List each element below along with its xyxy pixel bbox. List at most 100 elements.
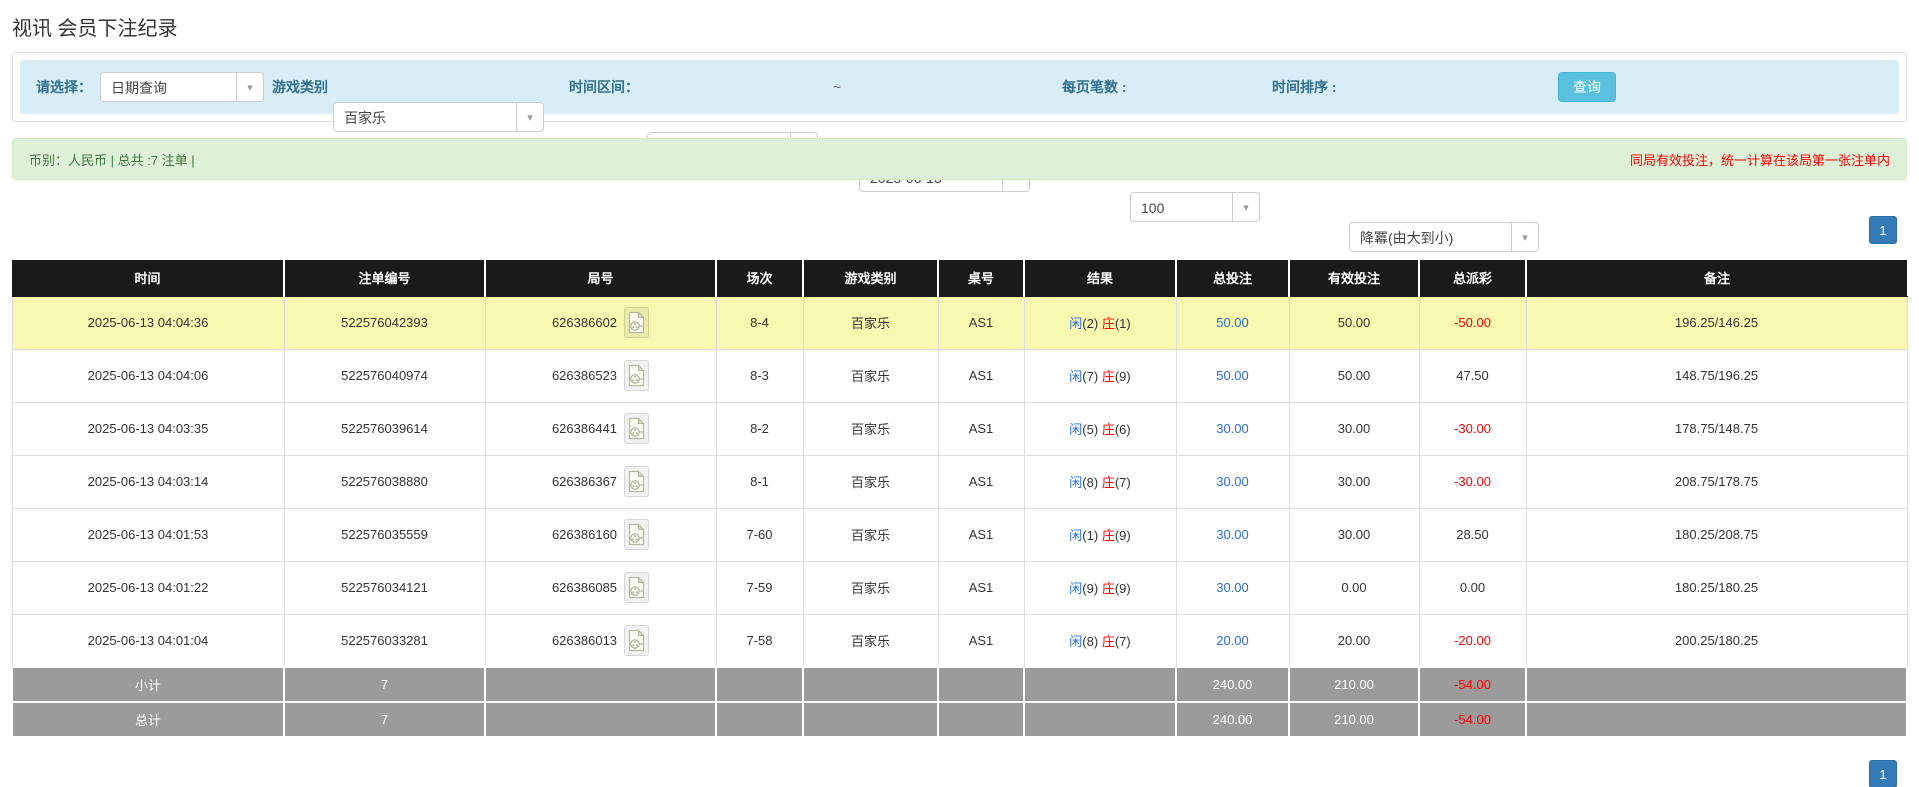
cell-result: 闲(8) 庄(7) (1024, 614, 1176, 667)
currency-total-text: 币别：人民币 | 总共 :7 注单 | (29, 150, 195, 169)
col-header-2: 局号 (485, 260, 716, 296)
table-row: 2025-06-13 04:04:06522576040974626386523… (12, 349, 1907, 402)
cell-remark: 200.25/180.25 (1526, 614, 1907, 667)
page-size-label: 每页笔数 : (1062, 72, 1127, 102)
round-number: 626386523 (552, 368, 617, 383)
cell-valid-bet: 30.00 (1289, 508, 1419, 561)
pagination-page-1-top[interactable]: 1 (1869, 216, 1897, 244)
video-replay-button[interactable] (624, 625, 649, 656)
subtotal-row-cell-3 (716, 667, 803, 702)
cell-valid-bet: 30.00 (1289, 402, 1419, 455)
total-row-cell-8: 210.00 (1289, 702, 1419, 737)
cell-game-type: 百家乐 (803, 349, 938, 402)
cell-time: 2025-06-13 04:01:53 (12, 508, 284, 561)
time-sort-value: 降冪(由大到小) (1360, 230, 1453, 246)
result-player-score: (2) (1082, 316, 1098, 331)
cell-total-bet: 30.00 (1176, 402, 1289, 455)
cell-session: 7-59 (716, 561, 803, 614)
cell-round: 626386160 (485, 508, 716, 561)
cell-time: 2025-06-13 04:04:06 (12, 349, 284, 402)
col-header-5: 桌号 (938, 260, 1024, 296)
cell-result: 闲(5) 庄(6) (1024, 402, 1176, 455)
cell-time: 2025-06-13 04:03:35 (12, 402, 284, 455)
search-button[interactable]: 查询 (1558, 72, 1616, 102)
table-body: 2025-06-13 04:04:36522576042393626386602… (12, 296, 1907, 667)
video-file-icon (628, 311, 645, 334)
video-replay-button[interactable] (624, 466, 649, 497)
time-sort-select[interactable]: 降冪(由大到小) ▾ (1349, 222, 1539, 252)
video-replay-button[interactable] (624, 360, 649, 391)
round-number: 626386085 (552, 580, 617, 595)
video-replay-button[interactable] (624, 519, 649, 550)
total-row-cell-7: 240.00 (1176, 702, 1289, 737)
cell-round: 626386523 (485, 349, 716, 402)
summary-bar: 币别：人民币 | 总共 :7 注单 | 同局有效投注，统一计算在该局第一张注单内 (12, 138, 1907, 180)
cell-session: 8-4 (716, 296, 803, 349)
result-player-label: 闲 (1069, 422, 1082, 437)
subtotal-row-cell-5 (938, 667, 1024, 702)
video-replay-button[interactable] (624, 307, 649, 338)
subtotal-row-cell-8: 210.00 (1289, 667, 1419, 702)
col-header-1: 注单编号 (284, 260, 485, 296)
result-player-label: 闲 (1069, 634, 1082, 649)
cell-remark: 196.25/146.25 (1526, 296, 1907, 349)
cell-total-bet: 30.00 (1176, 455, 1289, 508)
total-row-cell-2 (485, 702, 716, 737)
total-bet-link[interactable]: 50.00 (1216, 315, 1249, 330)
total-bet-link[interactable]: 20.00 (1216, 633, 1249, 648)
result-banker-score: (7) (1115, 634, 1131, 649)
cell-round: 626386602 (485, 296, 716, 349)
chevron-down-icon[interactable]: ▾ (516, 103, 543, 131)
page-size-select[interactable]: 100 ▾ (1130, 192, 1260, 222)
result-player-score: (9) (1082, 581, 1098, 596)
cell-remark: 180.25/180.25 (1526, 561, 1907, 614)
game-type-value: 百家乐 (344, 110, 386, 126)
total-bet-link[interactable]: 30.00 (1216, 421, 1249, 436)
total-row-cell-10 (1526, 702, 1907, 737)
result-banker-score: (9) (1115, 369, 1131, 384)
header-row: 时间注单编号局号场次游戏类别桌号结果总投注有效投注总派彩备注 (12, 260, 1907, 296)
chevron-down-icon[interactable]: ▾ (236, 73, 263, 101)
total-row-cell-5 (938, 702, 1024, 737)
table-row: 2025-06-13 04:01:04522576033281626386013… (12, 614, 1907, 667)
total-row: 总计7240.00210.00-54.00 (12, 702, 1907, 737)
col-header-6: 结果 (1024, 260, 1176, 296)
table-foot: 小计7240.00210.00-54.00总计7240.00210.00-54.… (12, 667, 1907, 737)
total-bet-link[interactable]: 30.00 (1216, 474, 1249, 489)
video-file-icon (628, 629, 645, 652)
col-header-10: 备注 (1526, 260, 1907, 296)
result-banker-score: (7) (1115, 475, 1131, 490)
total-bet-link[interactable]: 30.00 (1216, 580, 1249, 595)
table-row: 2025-06-13 04:04:36522576042393626386602… (12, 296, 1907, 349)
subtotal-row-cell-4 (803, 667, 938, 702)
cell-result: 闲(8) 庄(7) (1024, 455, 1176, 508)
video-replay-button[interactable] (624, 572, 649, 603)
select-type-label: 请选择： (36, 72, 92, 102)
subtotal-row-cell-6 (1024, 667, 1176, 702)
total-bet-link[interactable]: 50.00 (1216, 368, 1249, 383)
records-table-wrap: 时间注单编号局号场次游戏类别桌号结果总投注有效投注总派彩备注 2025-06-1… (11, 260, 1908, 738)
cell-payout: 47.50 (1419, 349, 1526, 402)
cell-round: 626386367 (485, 455, 716, 508)
game-type-select[interactable]: 百家乐 ▾ (333, 102, 544, 132)
cell-total-bet: 30.00 (1176, 508, 1289, 561)
betting-records-page: 视讯 会员下注纪录 请选择： 日期查询 ▾ 游戏类别 百家乐 ▾ 时间区间： 2… (0, 0, 1919, 787)
cell-payout: 0.00 (1419, 561, 1526, 614)
pagination-page-1-bottom[interactable]: 1 (1869, 760, 1897, 787)
total-bet-link[interactable]: 30.00 (1216, 527, 1249, 542)
table-row: 2025-06-13 04:01:22522576034121626386085… (12, 561, 1907, 614)
cell-total-bet: 50.00 (1176, 349, 1289, 402)
chevron-down-icon[interactable]: ▾ (1511, 223, 1538, 251)
cell-bet-id: 522576039614 (284, 402, 485, 455)
video-replay-button[interactable] (624, 413, 649, 444)
page-size-value: 100 (1141, 200, 1164, 216)
subtotal-row-cell-7: 240.00 (1176, 667, 1289, 702)
video-file-icon (628, 417, 645, 440)
result-player-label: 闲 (1069, 475, 1082, 490)
cell-remark: 178.75/148.75 (1526, 402, 1907, 455)
cell-table-number: AS1 (938, 561, 1024, 614)
col-header-4: 游戏类别 (803, 260, 938, 296)
cell-session: 7-60 (716, 508, 803, 561)
chevron-down-icon[interactable]: ▾ (1232, 193, 1259, 221)
query-type-select[interactable]: 日期查询 ▾ (100, 72, 264, 102)
